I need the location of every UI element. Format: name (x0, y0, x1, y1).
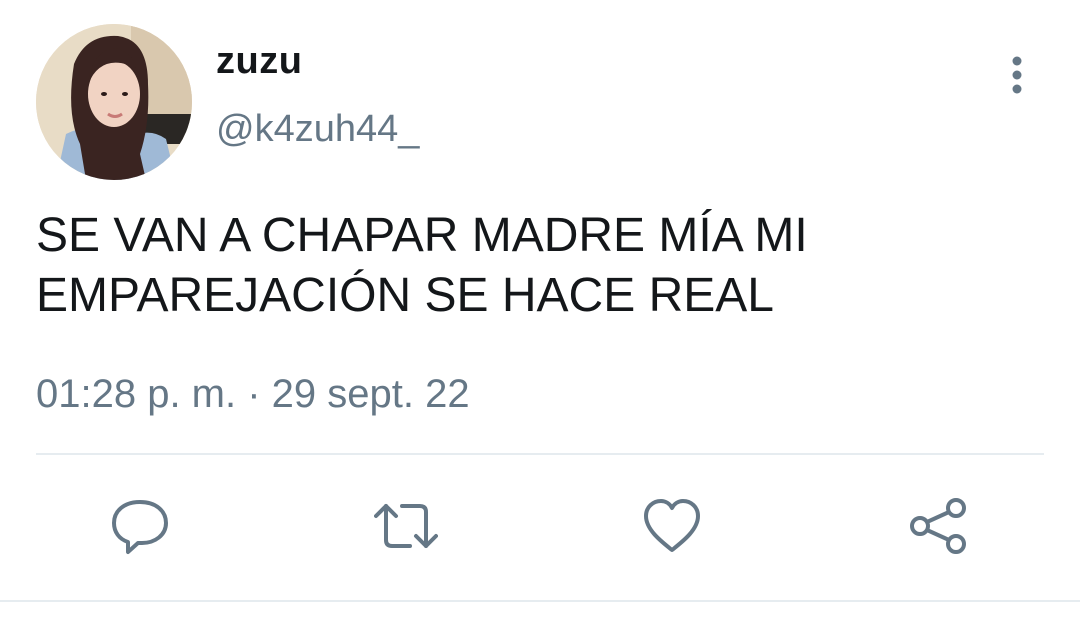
tweet-line-1: SE VAN A CHAPAR MADRE MÍA MI (36, 209, 808, 262)
display-name[interactable]: zuzu (216, 40, 302, 83)
avatar[interactable] (36, 24, 192, 180)
bottom-divider (0, 600, 1080, 602)
tweet-timestamp[interactable]: 01:28 p. m. · 29 sept. 22 (36, 372, 470, 417)
more-vertical-icon[interactable] (996, 50, 1038, 100)
tweet-line-2: EMPAREJACIÓN SE HACE REAL (36, 269, 774, 322)
retweet-icon[interactable] (374, 494, 438, 558)
heart-icon[interactable] (640, 494, 704, 558)
user-handle[interactable]: @k4zuh44_ (216, 108, 419, 151)
reply-icon[interactable] (108, 494, 172, 558)
share-icon[interactable] (906, 494, 970, 558)
divider (36, 453, 1044, 455)
tweet-text: SE VAN A CHAPAR MADRE MÍA MI EMPAREJACIÓ… (36, 206, 1036, 326)
